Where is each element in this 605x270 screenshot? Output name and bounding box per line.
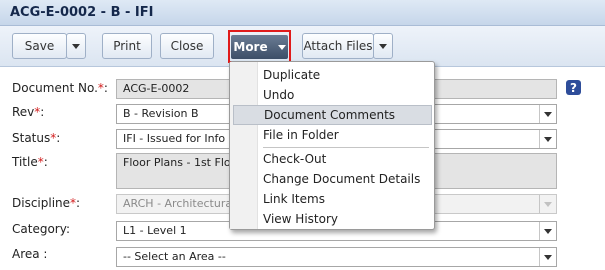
menu-icon-gutter	[230, 62, 258, 229]
save-button[interactable]: Save	[12, 33, 67, 59]
document-no-label: Document No.*:	[12, 81, 108, 95]
window-titlebar: ACG-E-0002 - B - IFI	[0, 0, 605, 26]
print-button-label: Print	[113, 39, 141, 53]
discipline-value: ARCH - Architectural	[123, 197, 236, 210]
menu-item-view-history[interactable]: View History	[260, 209, 432, 229]
discipline-dropdown-arrow	[539, 195, 556, 213]
category-dropdown-arrow[interactable]	[539, 222, 556, 240]
menu-item-check-out[interactable]: Check-Out	[260, 149, 432, 169]
more-dropdown-menu: Duplicate Undo Document Comments File in…	[229, 61, 435, 230]
attach-files-button[interactable]: Attach Files	[302, 33, 374, 59]
menu-item-undo[interactable]: Undo	[260, 85, 432, 105]
menu-item-link-items[interactable]: Link Items	[260, 189, 432, 209]
chevron-down-icon	[544, 254, 552, 260]
chevron-down-icon	[277, 44, 286, 50]
chevron-down-icon	[544, 201, 552, 207]
status-dropdown-arrow[interactable]	[539, 130, 556, 148]
chevron-down-icon	[544, 228, 552, 234]
document-no-value: ACG-E-0002	[123, 82, 190, 95]
discipline-label: Discipline*:	[12, 196, 81, 210]
more-button[interactable]: More	[231, 35, 288, 59]
print-button[interactable]: Print	[102, 33, 152, 59]
window-title: ACG-E-0002 - B - IFI	[10, 5, 154, 20]
status-label: Status*:	[12, 131, 61, 145]
title-value: Floor Plans - 1st Floo	[123, 156, 238, 169]
chevron-down-icon	[544, 136, 552, 142]
save-button-label: Save	[24, 39, 55, 53]
status-value: IFI - Issued for Info	[123, 132, 226, 145]
menu-item-duplicate[interactable]: Duplicate	[260, 65, 432, 85]
category-value: L1 - Level 1	[123, 224, 187, 237]
help-icon[interactable]: ?	[566, 80, 581, 95]
attach-files-label: Attach Files	[303, 39, 373, 53]
menu-item-file-in-folder[interactable]: File in Folder	[260, 125, 432, 145]
more-button-label: More	[233, 40, 268, 54]
rev-label: Rev*:	[12, 105, 45, 119]
close-button[interactable]: Close	[160, 33, 214, 59]
title-label: Title*:	[12, 155, 48, 169]
attach-files-options-button[interactable]	[373, 33, 393, 59]
menu-separator	[263, 147, 429, 148]
area-label: Area :	[12, 247, 48, 261]
save-options-button[interactable]	[66, 33, 86, 59]
rev-value: B - Revision B	[123, 107, 199, 120]
category-label: Category:	[12, 222, 70, 236]
chevron-down-icon	[544, 111, 552, 117]
area-value: -- Select an Area --	[123, 250, 226, 263]
area-dropdown-arrow[interactable]	[539, 248, 556, 266]
chevron-down-icon	[379, 43, 387, 49]
menu-item-change-document-details[interactable]: Change Document Details	[260, 169, 432, 189]
close-button-label: Close	[170, 39, 204, 53]
area-select[interactable]: -- Select an Area --	[116, 247, 557, 267]
menu-item-document-comments[interactable]: Document Comments	[233, 105, 432, 125]
rev-dropdown-arrow[interactable]	[539, 105, 556, 123]
chevron-down-icon	[72, 43, 80, 49]
